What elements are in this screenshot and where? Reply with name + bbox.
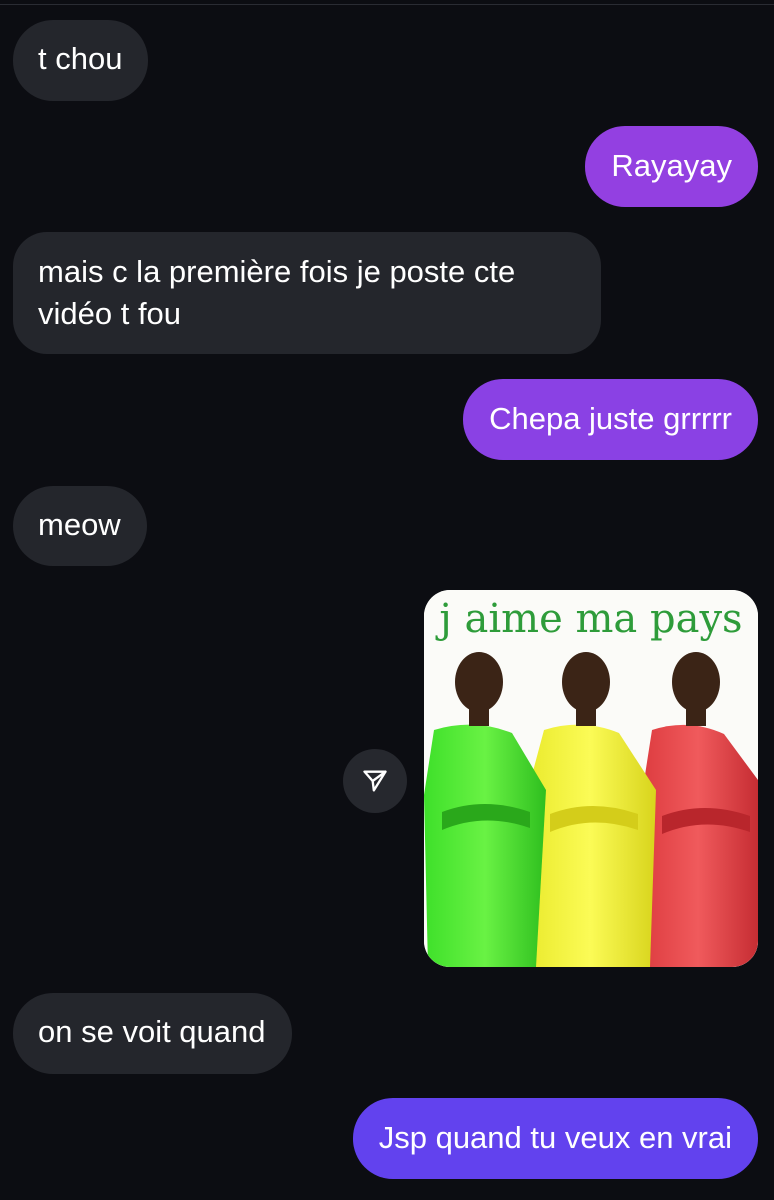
top-divider	[0, 4, 774, 5]
incoming-message[interactable]: mais c la première fois je poste cte vid…	[13, 232, 601, 354]
message-text: meow	[38, 507, 121, 542]
meme-image: j aime ma pays	[424, 590, 758, 967]
incoming-message[interactable]: t chou	[13, 20, 149, 101]
message-text: Rayayay	[611, 148, 732, 183]
incoming-message[interactable]: meow	[13, 486, 147, 566]
send-arrow-icon	[363, 770, 387, 792]
outgoing-message[interactable]: Chepa juste grrrrr	[463, 379, 758, 460]
message-text: t chou	[38, 41, 123, 76]
outgoing-message[interactable]: Jsp quand tu veux en vrai	[352, 1098, 758, 1179]
message-text: mais c la première fois je poste cte vid…	[38, 254, 516, 331]
message-text: on se voit quand	[38, 1014, 266, 1049]
image-caption: j aime ma pays	[435, 596, 742, 642]
incoming-message[interactable]: on se voit quand	[13, 993, 292, 1074]
share-button[interactable]	[343, 749, 407, 813]
message-text: Chepa juste grrrrr	[489, 401, 732, 436]
image-message[interactable]: j aime ma pays	[424, 590, 758, 967]
outgoing-message[interactable]: Rayayay	[585, 126, 758, 207]
message-text: Jsp quand tu veux en vrai	[378, 1120, 732, 1155]
